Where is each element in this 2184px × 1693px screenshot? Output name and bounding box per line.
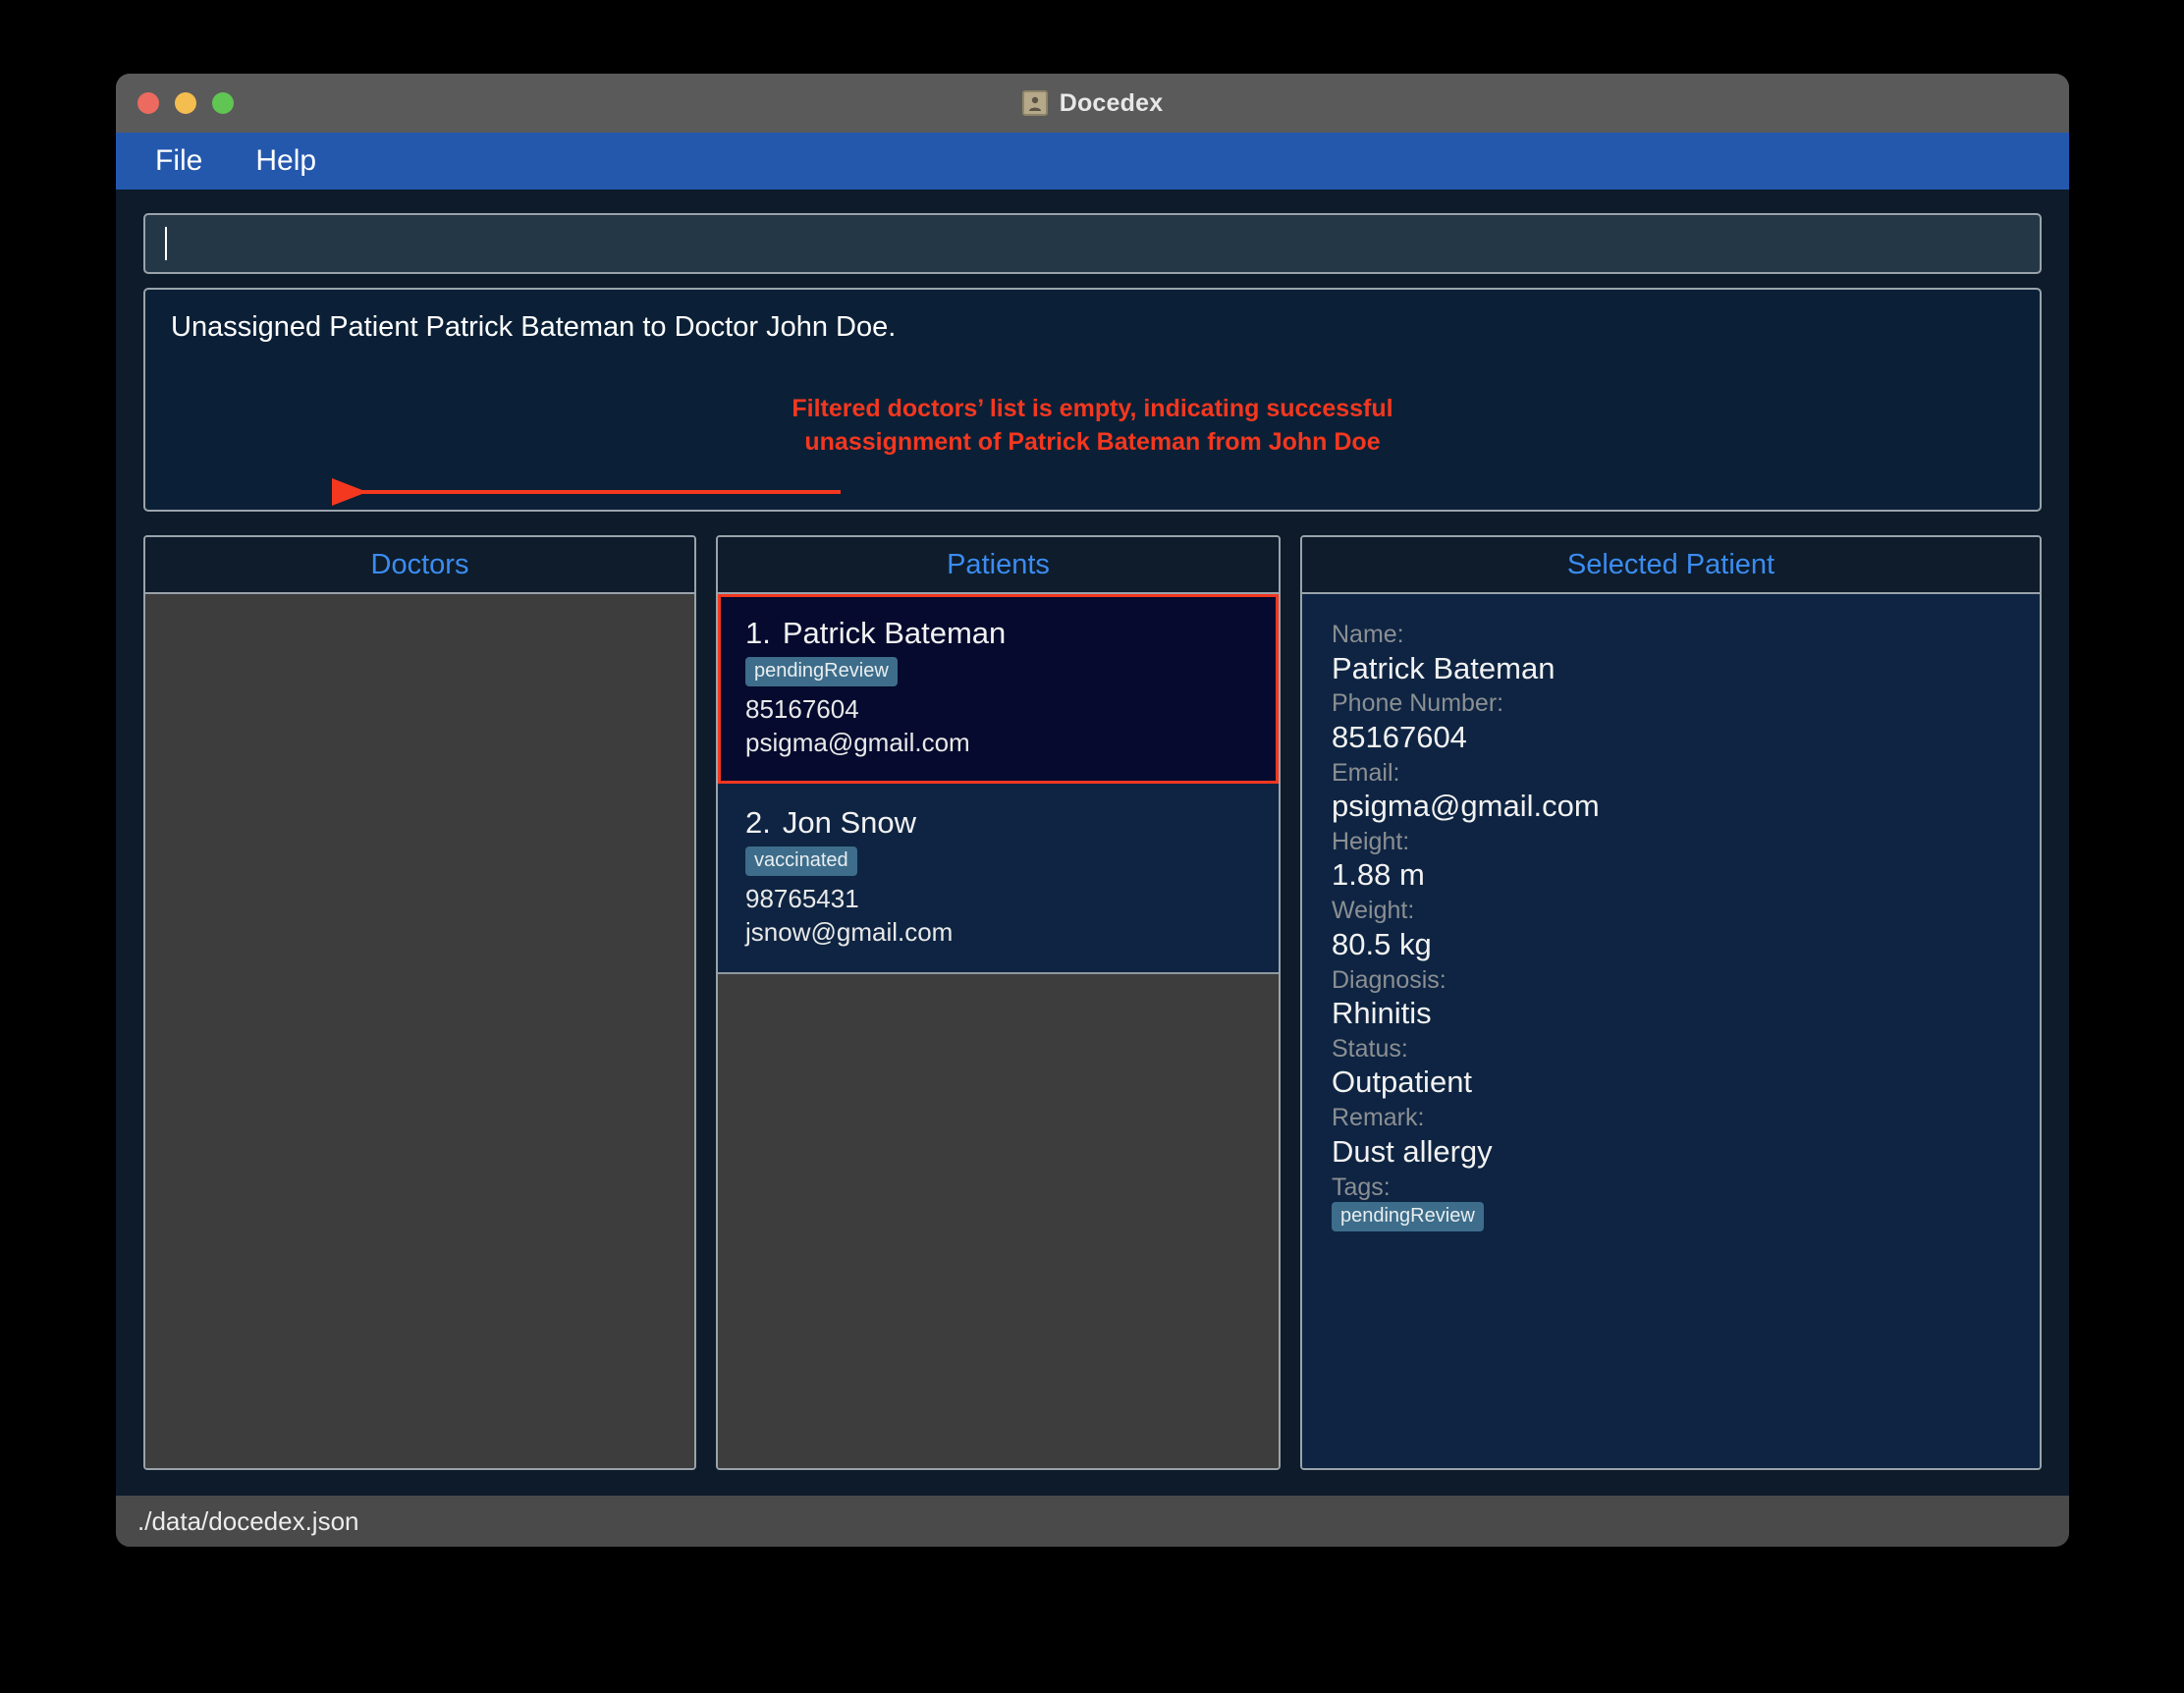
patient-card-phone: 98765431 <box>745 883 859 913</box>
minimize-button[interactable] <box>175 92 196 114</box>
window-title: Docedex <box>1059 88 1164 117</box>
result-message: Unassigned Patient Patrick Bateman to Do… <box>171 311 897 343</box>
patient-card-email: psigma@gmail.com <box>745 728 970 758</box>
menu-item-help[interactable]: Help <box>246 142 326 180</box>
field-value-phone: 85167604 <box>1332 719 1467 754</box>
address-book-icon <box>1021 90 1048 116</box>
selected-patient-panel-header: Selected Patient <box>1302 537 2040 594</box>
field-label-email: Email: <box>1332 758 1400 787</box>
field-value-name: Patrick Bateman <box>1332 650 1556 685</box>
patient-card-index: 1. <box>745 616 771 650</box>
title-bar: Docedex <box>116 74 2069 133</box>
field-label-remark: Remark: <box>1332 1104 1425 1132</box>
field-label-weight: Weight: <box>1332 897 1415 925</box>
patients-panel: Patients 1. Patrick Bateman pendingReview… <box>716 535 1281 1470</box>
field-value-remark: Dust allergy <box>1332 1133 1493 1169</box>
patients-list[interactable]: 1. Patrick Bateman pendingReview 85167604… <box>718 594 1279 1468</box>
list-item[interactable]: 2. Jon Snow vaccinated 98765431 jsnow@gma… <box>718 783 1279 973</box>
window-controls <box>137 92 234 114</box>
doctors-panel-title: Doctors <box>370 548 469 580</box>
selected-patient-panel-title: Selected Patient <box>1566 548 1775 580</box>
menu-item-file[interactable]: File <box>145 142 212 180</box>
field-label-name: Name: <box>1332 621 1404 648</box>
field-label-status: Status: <box>1332 1034 1408 1063</box>
list-divider <box>718 972 1279 975</box>
annotation-line-1: Filtered doctors’ list is empty, indicat… <box>792 395 1393 422</box>
annotation-line-2: unassignment of Patrick Bateman from Joh… <box>804 427 1381 456</box>
selected-patient-tags: pendingReview <box>1332 1202 2010 1237</box>
patient-card-email: jsnow@gmail.com <box>745 916 954 947</box>
field-value-weight: 80.5 kg <box>1332 926 1432 961</box>
menu-bar: File Help <box>116 133 2069 190</box>
field-value-email: psigma@gmail.com <box>1332 789 1600 824</box>
patient-card-phone: 85167604 <box>745 694 859 724</box>
close-button[interactable] <box>137 92 159 114</box>
application-window: Docedex File Help Unassigned Patient Pat… <box>116 74 2069 1547</box>
annotation-overlay: Filtered doctors’ list is empty, indicat… <box>145 393 2040 460</box>
status-badge: pendingReview <box>1332 1202 1484 1231</box>
patient-card-name: Patrick Bateman <box>782 616 1007 650</box>
text-caret <box>165 227 167 260</box>
list-item[interactable]: 1. Patrick Bateman pendingReview 85167604… <box>718 594 1279 784</box>
field-label-phone: Phone Number: <box>1332 689 1504 718</box>
panels-container: Doctors Patients 1. Patrick Bateman pendi… <box>143 535 2042 1496</box>
field-value-diagnosis: Rhinitis <box>1332 996 1432 1031</box>
patients-panel-header: Patients <box>718 537 1279 594</box>
patient-card-title: 2. Jon Snow <box>745 805 1251 841</box>
status-bar-file-path: ./data/docedex.json <box>137 1505 359 1536</box>
patient-card-tag: pendingReview <box>745 657 898 686</box>
result-display: Unassigned Patient Patrick Bateman to Do… <box>143 288 2042 512</box>
window-title-group: Docedex <box>116 89 2069 118</box>
patients-panel-title: Patients <box>947 548 1050 580</box>
doctors-list[interactable] <box>145 594 694 1468</box>
field-value-height: 1.88 m <box>1332 857 1425 893</box>
field-label-diagnosis: Diagnosis: <box>1332 965 1447 994</box>
patient-card-name: Jon Snow <box>782 804 916 840</box>
field-value-status: Outpatient <box>1332 1065 1473 1100</box>
field-label-tags: Tags: <box>1332 1173 1391 1201</box>
doctors-panel-header: Doctors <box>145 537 694 594</box>
selected-patient-details: Name: Patrick Bateman Phone Number: 8516… <box>1302 594 2040 1468</box>
patient-card-index: 2. <box>745 804 771 840</box>
selected-patient-panel: Selected Patient Name: Patrick Bateman P… <box>1300 535 2042 1470</box>
maximize-button[interactable] <box>212 92 234 114</box>
app-body: Unassigned Patient Patrick Bateman to Do… <box>116 190 2069 1496</box>
field-label-height: Height: <box>1332 827 1410 855</box>
patient-card-tag: vaccinated <box>745 846 857 876</box>
command-input[interactable] <box>143 213 2042 274</box>
status-bar: ./data/docedex.json <box>116 1496 2069 1547</box>
doctors-panel: Doctors <box>143 535 696 1470</box>
patient-card-title: 1. Patrick Bateman <box>745 616 1251 651</box>
